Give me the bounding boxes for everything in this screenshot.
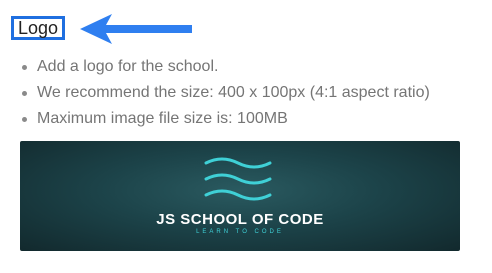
guideline-item: Maximum image file size is: 100MB [22, 106, 430, 132]
logo-tagline: LEARN TO CODE [196, 229, 284, 235]
logo-heading: Logo [17, 18, 59, 38]
guideline-item: We recommend the size: 400 x 100px (4:1 … [22, 80, 430, 106]
logo-preview-image[interactable]: JS SCHOOL OF CODE LEARN TO CODE [20, 141, 460, 251]
arrow-left-icon [80, 14, 192, 44]
guideline-text: Add a logo for the school. [37, 58, 219, 75]
bullet-dot-icon [22, 64, 27, 70]
waves-icon [204, 157, 272, 201]
guideline-item: Add a logo for the school. [22, 54, 430, 80]
guideline-text: Maximum image file size is: 100MB [37, 110, 288, 127]
logo-settings-section: Logo Add a logo for the school. We recom… [0, 0, 492, 273]
guideline-text: We recommend the size: 400 x 100px (4:1 … [37, 84, 430, 101]
bullet-dot-icon [22, 116, 27, 122]
logo-school-name: JS SCHOOL OF CODE [156, 211, 324, 228]
bullet-dot-icon [22, 90, 27, 96]
logo-heading-highlight: Logo [11, 16, 65, 40]
logo-guidelines-list: Add a logo for the school. We recommend … [22, 54, 430, 132]
